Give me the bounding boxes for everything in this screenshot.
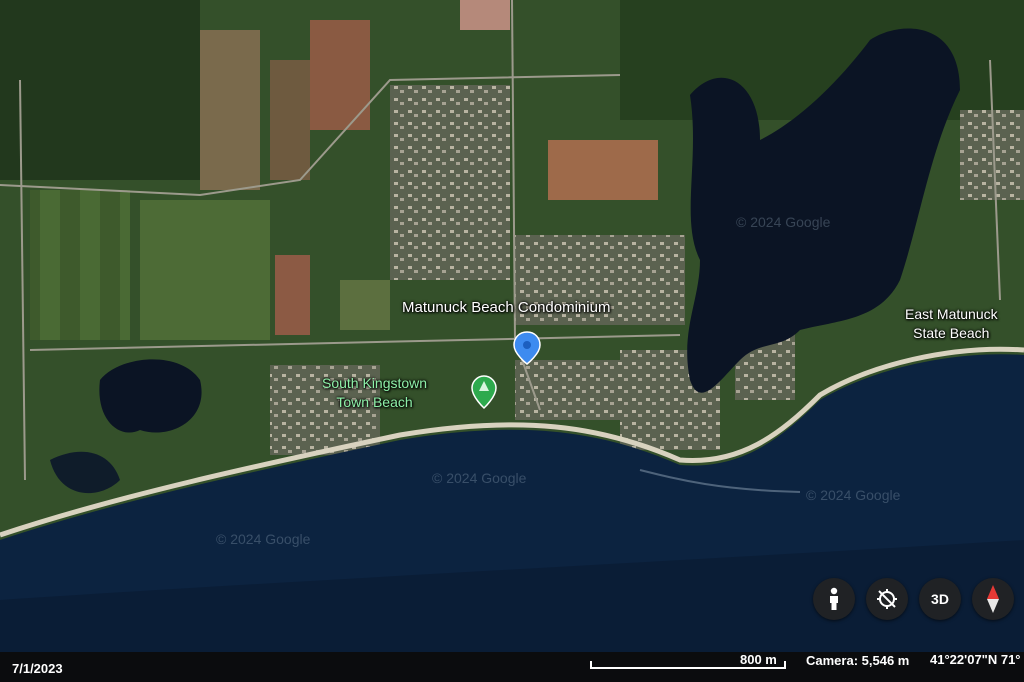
satellite-imagery xyxy=(0,0,1024,682)
compass-icon[interactable] xyxy=(972,578,1014,620)
scale-bar xyxy=(590,661,786,669)
coordinates-readout: 41°22'07"N 71° xyxy=(930,652,1021,667)
place-label-condominium[interactable]: Matunuck Beach Condominium xyxy=(402,299,610,316)
place-label-line: East Matunuck xyxy=(905,306,998,322)
place-label-town-beach[interactable]: South Kingstown Town Beach xyxy=(322,374,427,412)
place-label-line: Town Beach xyxy=(336,394,413,410)
camera-altitude: Camera: 5,546 m xyxy=(806,653,910,668)
3d-toggle-button[interactable]: 3D xyxy=(919,578,961,620)
google-watermark: © 2024 Google xyxy=(806,487,901,503)
park-pin-icon[interactable] xyxy=(471,375,497,409)
google-watermark: © 2024 Google xyxy=(432,470,527,486)
navigation-off-icon[interactable] xyxy=(866,578,908,620)
google-watermark: © 2024 Google xyxy=(736,214,831,230)
satellite-map[interactable]: © 2024 Google © 2024 Google © 2024 Googl… xyxy=(0,0,1024,682)
place-label-line: State Beach xyxy=(913,325,990,341)
imagery-date: 7/1/2023 xyxy=(12,661,63,676)
status-bar: 7/1/2023 800 m Camera: 5,546 m 41°22'07"… xyxy=(0,652,1024,682)
google-watermark: © 2024 Google xyxy=(216,531,311,547)
street-view-person-icon[interactable] xyxy=(813,578,855,620)
place-label-line: South Kingstown xyxy=(322,375,428,391)
place-label-east-matunuck[interactable]: East Matunuck State Beach xyxy=(905,305,998,343)
location-pin-icon[interactable] xyxy=(513,331,541,365)
